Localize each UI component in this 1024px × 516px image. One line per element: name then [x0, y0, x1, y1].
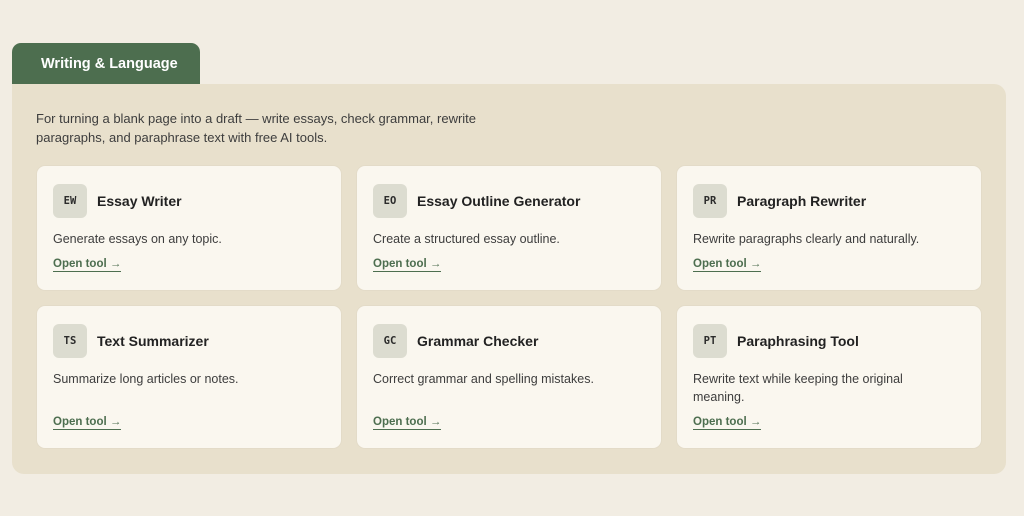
tool-title: Text Summarizer — [97, 333, 209, 349]
tool-badge-icon: PR — [693, 184, 727, 218]
tool-badge-icon: PT — [693, 324, 727, 358]
tool-title: Paraphrasing Tool — [737, 333, 859, 349]
tool-card-essay-outline-generator[interactable]: EO Essay Outline Generator Create a stru… — [357, 166, 661, 290]
tool-card-essay-writer[interactable]: EW Essay Writer Generate essays on any t… — [37, 166, 341, 290]
tool-badge-icon: TS — [53, 324, 87, 358]
tool-badge-icon: EO — [373, 184, 407, 218]
tool-title: Essay Writer — [97, 193, 182, 209]
tool-card-grammar-checker[interactable]: GC Grammar Checker Correct grammar and s… — [357, 306, 661, 448]
tool-title: Grammar Checker — [417, 333, 539, 349]
section-tab[interactable]: Writing & Language — [12, 43, 200, 84]
tool-grid: EW Essay Writer Generate essays on any t… — [37, 166, 981, 448]
tool-card-paragraph-rewriter[interactable]: PR Paragraph Rewriter Rewrite paragraphs… — [677, 166, 981, 290]
section-title: Writing & Language — [41, 55, 178, 72]
tool-badge-icon: GC — [373, 324, 407, 358]
tool-description: Summarize long articles or notes. — [53, 372, 239, 386]
open-tool-link[interactable]: Open tool → — [373, 416, 442, 430]
section-description: For turning a blank page into a draft — … — [36, 111, 477, 145]
tool-title: Paragraph Rewriter — [737, 193, 867, 209]
tool-description: Generate essays on any topic. — [53, 232, 222, 246]
tools-panel: For turning a blank page into a draft — … — [12, 84, 1006, 474]
tool-description: Rewrite text while keeping the original … — [693, 372, 903, 404]
open-tool-link[interactable]: Open tool → — [373, 258, 442, 272]
open-tool-link[interactable]: Open tool → — [53, 416, 122, 430]
open-tool-link[interactable]: Open tool → — [693, 258, 762, 272]
tool-description: Create a structured essay outline. — [373, 232, 560, 246]
tool-badge-icon: EW — [53, 184, 87, 218]
tool-card-paraphrasing-tool[interactable]: PT Paraphrasing Tool Rewrite text while … — [677, 306, 981, 448]
tool-description: Correct grammar and spelling mistakes. — [373, 372, 594, 386]
tool-card-text-summarizer[interactable]: TS Text Summarizer Summarize long articl… — [37, 306, 341, 448]
open-tool-link[interactable]: Open tool → — [693, 416, 762, 430]
tool-title: Essay Outline Generator — [417, 193, 581, 209]
open-tool-link[interactable]: Open tool → — [53, 258, 122, 272]
tool-description: Rewrite paragraphs clearly and naturally… — [693, 232, 920, 246]
